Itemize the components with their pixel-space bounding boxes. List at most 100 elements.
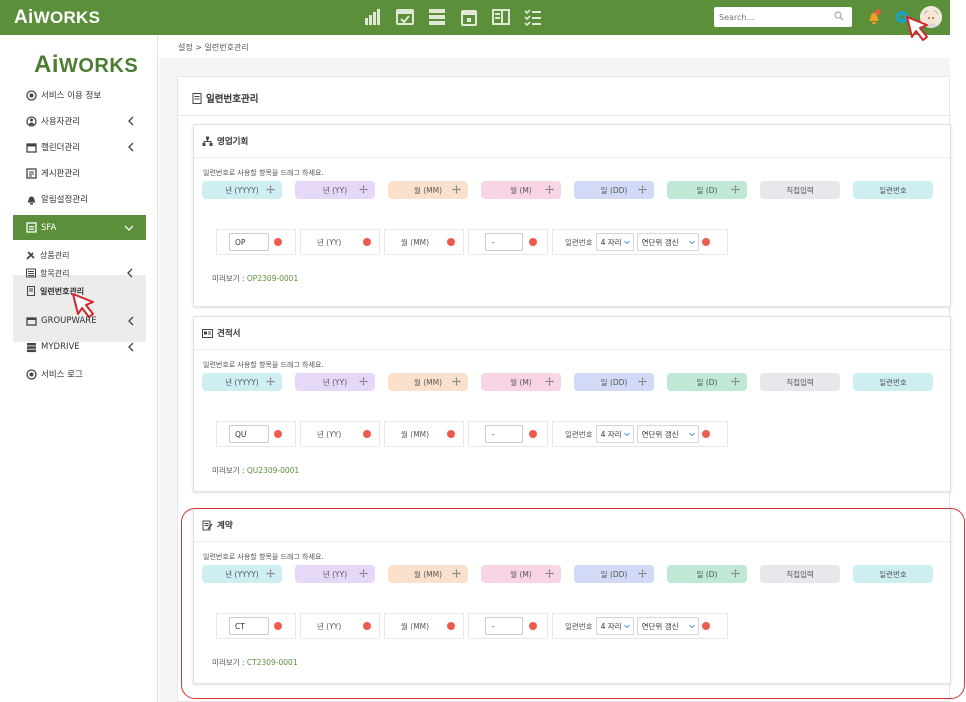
move-icon[interactable] — [266, 377, 275, 386]
slot-prefix[interactable]: QU — [216, 421, 296, 447]
groupware-icon — [26, 316, 37, 326]
cursor-icon — [906, 16, 928, 41]
slot-separator[interactable]: - — [468, 229, 548, 255]
move-icon[interactable] — [359, 185, 368, 194]
chip-7[interactable]: 일련번호 — [853, 373, 933, 391]
prefix-input[interactable]: OP — [229, 233, 269, 251]
remove-icon[interactable] — [701, 430, 710, 438]
board-icon[interactable] — [492, 8, 510, 26]
sidebar-sub-items[interactable]: 항목관리 — [13, 264, 69, 282]
sidebar-item-mydrive[interactable]: MYDRIVE — [13, 334, 146, 360]
bell-icon — [27, 196, 36, 204]
move-icon[interactable] — [452, 377, 461, 386]
slot-serial[interactable]: 일련번호 4 자리 연단위 갱신 — [552, 421, 728, 447]
chip-5[interactable]: 일 (D) — [667, 181, 747, 199]
slot-separator[interactable]: - — [468, 421, 548, 447]
sidebar-item-sfa[interactable]: SFA — [13, 215, 146, 240]
move-icon[interactable] — [266, 185, 275, 194]
remove-icon[interactable] — [529, 238, 537, 246]
move-icon[interactable] — [359, 377, 368, 386]
chip-5[interactable]: 일 (D) — [667, 373, 747, 391]
sfa-icon — [26, 222, 37, 233]
breadcrumb: 설정 > 일련번호관리 — [178, 43, 249, 52]
divider — [194, 349, 952, 350]
serial-section-op: 영업기회 일련번호로 사용할 항목을 드래그 하세요. 년 (YYYY) 년 (Y… — [193, 124, 952, 307]
chip-1[interactable]: 년 (YY) — [295, 181, 375, 199]
sidebar-item-notification[interactable]: 알림설정관리 — [13, 186, 146, 212]
app-launcher — [364, 8, 542, 27]
remove-icon[interactable] — [529, 430, 537, 438]
move-icon[interactable] — [545, 185, 554, 194]
storage-icon[interactable] — [428, 8, 446, 26]
sidebar-item-board[interactable]: 게시판관리 — [13, 160, 146, 186]
chip-6[interactable]: 직접입력 — [760, 181, 840, 199]
chip-palette: 년 (YYYY) 년 (YY) 월 (MM) 월 (M) 일 (DD) 일 (D) 직접입력… — [202, 181, 947, 199]
move-icon[interactable] — [452, 185, 461, 194]
remove-icon[interactable] — [447, 238, 455, 246]
digits-select[interactable]: 4 자리 — [595, 233, 634, 251]
slot-month[interactable]: 월 (MM) — [384, 421, 464, 447]
move-icon[interactable] — [731, 185, 740, 194]
sidebar-item-users[interactable]: 사용자관리 — [13, 108, 146, 134]
info-icon — [26, 89, 37, 101]
separator-input[interactable]: - — [485, 233, 523, 251]
sitemap-icon — [202, 136, 213, 146]
prefix-input[interactable]: QU — [229, 425, 269, 443]
move-icon[interactable] — [545, 377, 554, 386]
chip-2[interactable]: 월 (MM) — [388, 181, 468, 199]
chip-3[interactable]: 월 (M) — [481, 181, 561, 199]
chip-4[interactable]: 일 (DD) — [574, 181, 654, 199]
search-input[interactable] — [714, 7, 852, 27]
sidebar-logo[interactable]: AiWORKS — [34, 51, 138, 79]
serial-icon — [27, 286, 35, 296]
remove-icon[interactable] — [701, 238, 710, 246]
sidebar-item-service-info[interactable]: 서비스 이용 정보 — [13, 82, 146, 108]
chevron-down-icon[interactable] — [124, 225, 134, 231]
sidebar-item-groupware[interactable]: GROUPWARE — [13, 308, 146, 334]
reset-select[interactable]: 연단위 갱신 — [636, 425, 699, 443]
digits-select[interactable]: 4 자리 — [595, 425, 634, 443]
slot-month[interactable]: 월 (MM) — [384, 229, 464, 255]
chevron-left-icon[interactable] — [127, 268, 133, 278]
calendar-icon[interactable] — [460, 8, 478, 26]
drag-hint: 일련번호로 사용할 항목을 드래그 하세요. — [203, 169, 324, 177]
drag-hint: 일련번호로 사용할 항목을 드래그 하세요. — [203, 361, 324, 369]
chevron-left-icon[interactable] — [128, 142, 134, 152]
chip-2[interactable]: 월 (MM) — [388, 373, 468, 391]
chip-6[interactable]: 직접입력 — [760, 373, 840, 391]
sidebar-sub-product[interactable]: 상품관리 — [13, 246, 69, 264]
slot-year[interactable]: 년 (YY) — [300, 229, 380, 255]
bell-icon[interactable] — [867, 9, 881, 25]
reset-select[interactable]: 연단위 갱신 — [636, 233, 699, 251]
schedule-icon[interactable] — [396, 8, 414, 26]
remove-icon[interactable] — [447, 430, 455, 438]
slot-serial[interactable]: 일련번호 4 자리 연단위 갱신 — [552, 229, 728, 255]
sidebar-item-calendar[interactable]: 캘린더관리 — [13, 134, 146, 160]
chip-0[interactable]: 년 (YYYY) — [202, 181, 282, 199]
chevron-left-icon[interactable] — [128, 116, 134, 126]
chart-icon[interactable] — [364, 8, 382, 26]
remove-icon[interactable] — [363, 238, 371, 246]
remove-icon[interactable] — [274, 238, 282, 246]
slot-prefix[interactable]: OP — [216, 229, 296, 255]
move-icon[interactable] — [638, 377, 647, 386]
move-icon[interactable] — [638, 185, 647, 194]
search-icon[interactable] — [834, 11, 844, 21]
chip-3[interactable]: 월 (M) — [481, 373, 561, 391]
app-logo[interactable]: AiWORKS — [14, 7, 100, 29]
slot-year[interactable]: 년 (YY) — [300, 421, 380, 447]
chevron-left-icon[interactable] — [128, 316, 134, 326]
chip-4[interactable]: 일 (DD) — [574, 373, 654, 391]
serial-section-qu: 견적서 일련번호로 사용할 항목을 드래그 하세요. 년 (YYYY) 년 (YY… — [193, 316, 952, 492]
remove-icon[interactable] — [363, 430, 371, 438]
estimate-icon — [202, 328, 213, 338]
chevron-left-icon[interactable] — [128, 342, 134, 352]
separator-input[interactable]: - — [485, 425, 523, 443]
chip-7[interactable]: 일련번호 — [853, 181, 933, 199]
checklist-icon[interactable] — [524, 8, 542, 27]
move-icon[interactable] — [731, 377, 740, 386]
sidebar-item-service-log[interactable]: 서비스 로그 — [13, 361, 146, 387]
chip-0[interactable]: 년 (YYYY) — [202, 373, 282, 391]
chip-1[interactable]: 년 (YY) — [295, 373, 375, 391]
remove-icon[interactable] — [274, 430, 282, 438]
